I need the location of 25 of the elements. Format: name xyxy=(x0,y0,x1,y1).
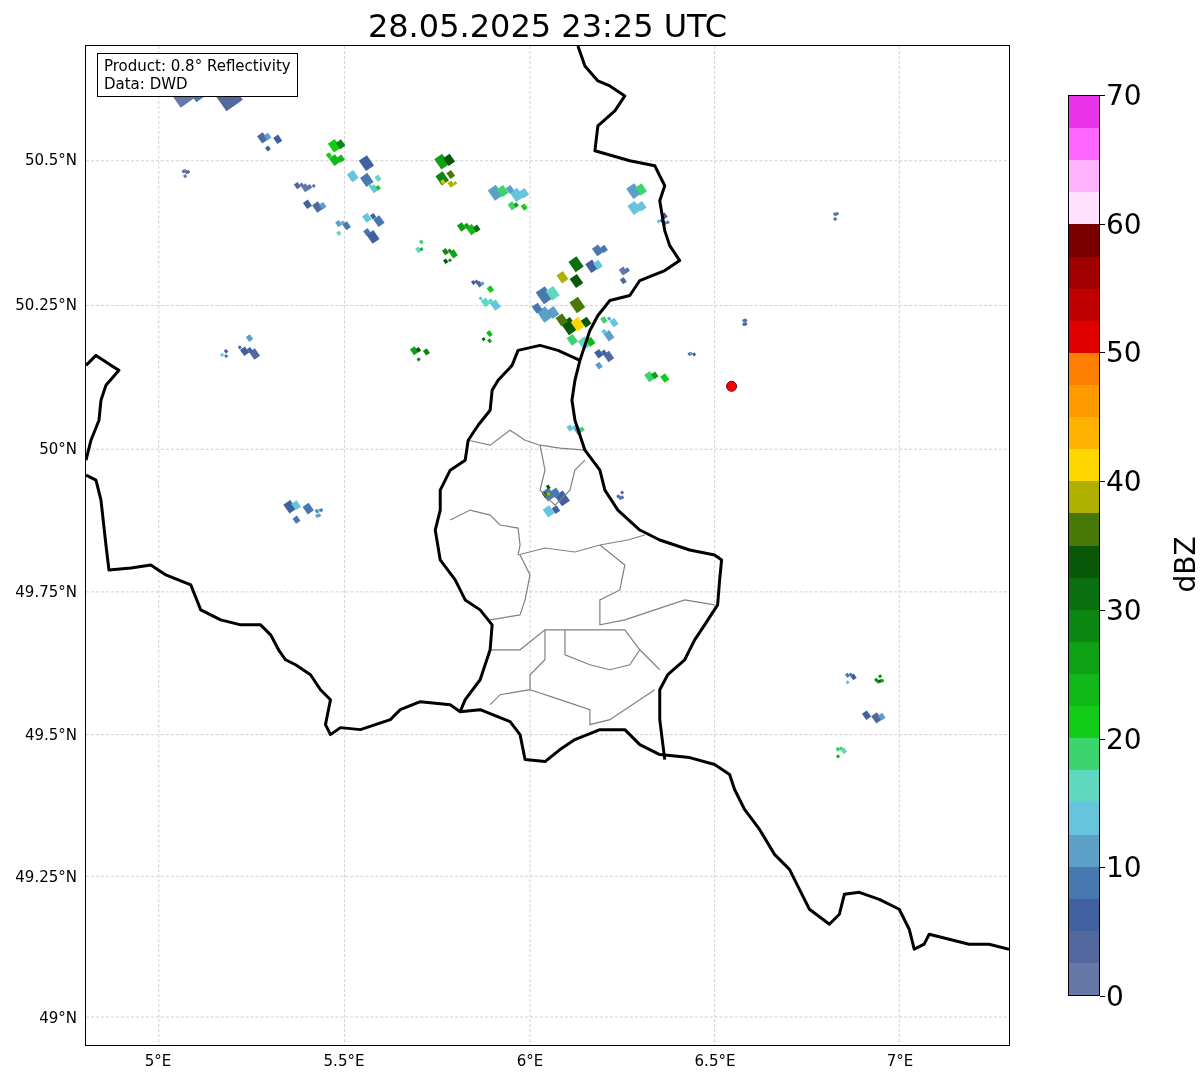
chart-title: 28.05.2025 23:25 UTC xyxy=(367,6,728,45)
latitude-label: 49.5°N xyxy=(24,726,77,744)
latitude-label: 50.5°N xyxy=(24,151,77,169)
latitude-label: 49°N xyxy=(39,1009,77,1027)
info-text: Data: DWD xyxy=(104,75,189,93)
longitude-label: 5°E xyxy=(144,1052,172,1070)
colorbar-tick-label: 30 xyxy=(1106,593,1142,627)
colorbar-tick-label: 70 xyxy=(1106,78,1142,112)
info-text: Product: 0.8° Reflectivity xyxy=(104,57,291,75)
latitude-label: 50.25°N xyxy=(15,296,77,314)
colorbar-tick-label: 10 xyxy=(1106,850,1142,884)
colorbar-tick-label: 20 xyxy=(1106,722,1142,756)
latitude-label: 49.75°N xyxy=(15,583,77,601)
longitude-label: 5.5°E xyxy=(323,1052,365,1070)
longitude-label: 6°E xyxy=(516,1052,544,1070)
latitude-label: 50°N xyxy=(39,440,77,458)
station-marker xyxy=(726,380,738,392)
colorbar-tick-label: 40 xyxy=(1106,464,1142,498)
colorbar-tick-label: 60 xyxy=(1106,207,1142,241)
latitude-label: 49.25°N xyxy=(15,868,77,886)
colorbar-tick-label: 50 xyxy=(1106,335,1142,369)
colorbar-tick-label: 0 xyxy=(1106,979,1124,1013)
longitude-label: 7°E xyxy=(886,1052,914,1070)
longitude-label: 6.5°E xyxy=(694,1052,736,1070)
colorbar-label: dBZ xyxy=(1168,536,1202,593)
